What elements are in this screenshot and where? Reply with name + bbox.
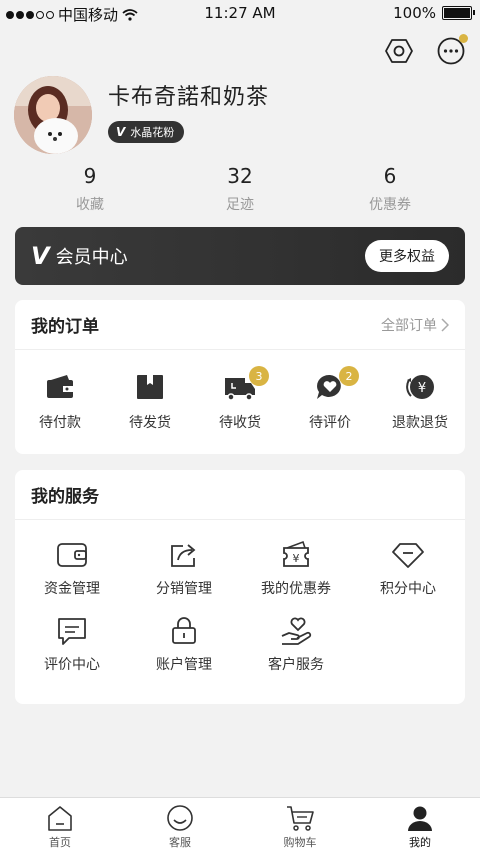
service-label: 我的优惠券 [261,581,331,597]
service-label: 评价中心 [44,657,100,673]
battery-status: 100% [393,4,475,22]
stat-coupons[interactable]: 6 优惠券 [315,164,465,214]
cart-icon [287,806,314,831]
gear-icon [385,39,413,63]
comment-icon [58,618,86,645]
battery-percent: 100% [393,4,436,22]
top-actions [384,34,468,66]
box-icon [137,375,163,399]
tab-label: 首页 [49,836,71,849]
order-label: 待发货 [129,415,171,431]
svg-text:¥: ¥ [418,381,426,396]
wallet-icon [47,375,73,398]
count-badge: 3 [249,366,269,386]
service-account[interactable]: 账户管理 [128,616,240,674]
services-title: 我的服务 [31,487,99,507]
service-coupons[interactable]: ¥ 我的优惠券 [240,540,352,598]
member-center-banner[interactable]: V 会员中心 更多权益 [15,227,465,285]
share-icon [171,544,196,567]
services-card: 我的服务 资金管理 分销管理 ¥ 我的优惠券 积分中心 评价中心 账户管理 客户… [15,470,465,704]
profile-header: 卡布奇諾和奶茶 V 水晶花粉 [14,76,269,154]
member-level-badge[interactable]: V 水晶花粉 [108,121,185,143]
service-points[interactable]: 积分中心 [352,540,464,598]
service-label: 账户管理 [156,657,212,673]
hand-heart-icon [281,617,312,645]
order-label: 待评价 [309,415,351,431]
service-label: 积分中心 [380,581,436,597]
coupon-icon: ¥ [283,540,309,567]
more-benefits-button[interactable]: 更多权益 [365,240,449,272]
tab-label: 我的 [409,836,431,849]
stat-value: 32 [227,164,253,188]
user-icon [408,806,432,831]
member-level-label: 水晶花粉 [130,126,175,139]
tab-label: 购物车 [283,836,317,849]
order-pending-payment[interactable]: 待付款 [20,372,100,432]
stats-row: 9 收藏 32 足迹 6 优惠券 [0,164,480,214]
notification-dot [459,34,468,43]
avatar-photo [14,76,92,154]
service-label: 分销管理 [156,581,212,597]
status-bar: 中国移动 11:27 AM 100% [0,0,480,28]
v-logo-icon: V [31,242,50,270]
service-reviews[interactable]: 评价中心 [16,616,128,674]
tab-label: 客服 [169,836,191,849]
order-pending-receipt[interactable]: 3 待收货 [200,366,280,432]
smile-icon [167,805,193,831]
service-label: 资金管理 [44,581,100,597]
member-center-title: 会员中心 [55,247,128,268]
all-orders-link[interactable]: 全部订单 [381,315,449,335]
stat-favorites[interactable]: 9 收藏 [15,164,165,214]
order-pending-shipment[interactable]: 待发货 [110,372,190,432]
chevron-right-icon [441,317,449,332]
order-status-row: 待付款 待发货 3 待收货 2 待评价 ¥ 退款退货 [15,350,465,432]
service-distribution[interactable]: 分销管理 [128,540,240,598]
orders-header: 我的订单 全部订单 [15,300,465,350]
wallet-outline-icon [57,543,87,567]
diamond-icon [392,543,424,568]
tab-mine[interactable]: 我的 [360,798,480,854]
lock-icon [172,617,196,644]
stat-history[interactable]: 32 足迹 [165,164,315,214]
count-badge: 2 [339,366,359,386]
all-orders-label: 全部订单 [381,317,437,334]
battery-icon [442,6,475,20]
member-center-title-group: V 会员中心 [31,242,128,270]
home-icon [48,806,72,831]
order-label: 待付款 [39,415,81,431]
service-label: 客户服务 [268,657,324,673]
services-grid: 资金管理 分销管理 ¥ 我的优惠券 积分中心 评价中心 账户管理 客户服务 [15,520,465,674]
messages-button[interactable] [436,34,468,66]
tab-home[interactable]: 首页 [0,798,120,854]
refund-icon: ¥ [406,375,434,399]
order-refund[interactable]: ¥ 退款退货 [380,372,460,432]
tab-cart[interactable]: 购物车 [240,798,360,854]
services-header: 我的服务 [15,470,465,520]
tab-service[interactable]: 客服 [120,798,240,854]
stat-label: 优惠券 [369,197,411,213]
orders-card: 我的订单 全部订单 待付款 待发货 3 待收货 2 待评价 ¥ 退款退货 [15,300,465,454]
service-customer[interactable]: 客户服务 [240,616,352,674]
stat-value: 9 [83,164,97,188]
stat-label: 收藏 [76,197,104,213]
settings-button[interactable] [384,36,414,66]
tab-bar: 首页 客服 购物车 我的 [0,797,480,854]
order-label: 退款退货 [392,415,448,431]
stat-value: 6 [383,164,397,188]
svg-text:¥: ¥ [293,552,300,565]
orders-title: 我的订单 [31,317,99,337]
username: 卡布奇諾和奶茶 [108,85,270,110]
order-pending-review[interactable]: 2 待评价 [290,366,370,432]
avatar[interactable] [14,76,92,154]
order-label: 待收货 [219,415,261,431]
profile-info: 卡布奇諾和奶茶 V 水晶花粉 [108,85,269,143]
stat-label: 足迹 [226,197,254,213]
v-mark-icon: V [116,125,126,139]
service-funds[interactable]: 资金管理 [16,540,128,598]
